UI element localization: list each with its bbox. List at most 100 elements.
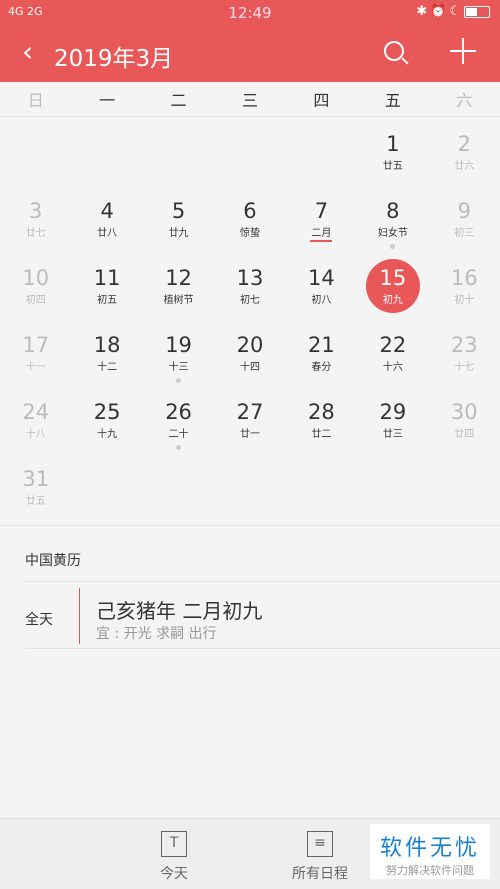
day-number: 24 [22,400,50,424]
app-bar: 4G 2G 12:49 ✱⏰☾ ‹ 2019年3月 [0,0,500,82]
day-cell[interactable]: 8 妇女节 [357,184,428,251]
day-cell[interactable]: 3 廿七 [0,184,71,251]
lunar-label: 初三 [454,228,475,239]
lunar-label: 廿九 [168,228,189,239]
event-color-bar [79,588,80,644]
day-cell[interactable]: 10 初四 [0,251,71,318]
page-title[interactable]: 2019年3月 [54,39,173,73]
weekday-header: 日一二三四五六 [0,82,500,117]
day-cell[interactable]: 2 廿六 [429,117,500,184]
day-number: 31 [22,467,50,491]
day-cell[interactable]: 31 廿五 [0,452,71,519]
day-number: 18 [93,333,121,357]
day-cell[interactable]: 7 二月 [286,184,357,251]
day-cell[interactable]: 4 廿八 [71,184,142,251]
day-number: 26 [165,400,192,424]
today-button[interactable]: T 今天 [160,831,188,883]
day-cell[interactable]: 9 初三 [429,184,500,251]
event-dot [390,244,396,249]
day-number: 17 [22,333,50,357]
day-number: 11 [93,266,121,290]
day-cell[interactable]: 16 初十 [429,251,500,318]
all-schedules-button[interactable]: ≡ 所有日程 [292,831,348,883]
day-cell[interactable]: 13 初七 [214,251,285,318]
weekday-label: 四 [313,91,330,110]
day-cell[interactable]: 5 廿九 [143,184,214,251]
day-cell[interactable]: 12 植树节 [143,251,214,318]
day-number: 6 [243,199,257,223]
lunar-label: 廿五 [382,161,403,172]
lunar-label: 初四 [25,295,46,306]
day-cell[interactable]: 18 十二 [71,318,142,385]
event-dot [176,445,182,450]
lunar-label: 廿七 [25,228,46,239]
moon-icon: ☾ [449,4,464,19]
lunar-label: 廿一 [239,429,260,440]
almanac-suitable: 宜 : 开光 求嗣 出行 [96,626,217,642]
day-cell[interactable]: 21 春分 [286,318,357,385]
day-cell[interactable]: 6 惊蛰 [214,184,285,251]
search-icon[interactable] [384,41,404,61]
day-number: 20 [236,333,264,357]
day-number: 30 [450,400,478,424]
day-number: 28 [308,400,335,424]
weekday-label: 二 [170,91,187,110]
day-cell[interactable]: 11 初五 [71,251,142,318]
status-icons: ✱⏰☾ [416,4,490,19]
lunar-label: 春分 [311,362,332,373]
day-number: 12 [165,266,192,290]
lunar-label: 初十 [454,295,475,306]
lunar-label: 十二 [97,362,118,373]
almanac-title: 中国黄历 [25,553,81,569]
day-number: 5 [171,199,186,223]
day-cell[interactable]: 1 廿五 [357,117,428,184]
day-number: 9 [457,199,471,223]
day-number: 19 [165,333,192,357]
day-cell[interactable]: 20 十四 [214,318,285,385]
day-cell[interactable]: 27 廿一 [214,385,285,452]
today-label: 今天 [160,866,188,882]
month-start-underline [310,240,333,242]
day-number: 14 [308,266,335,290]
lunar-label: 廿八 [97,228,118,239]
day-cell[interactable]: 28 廿二 [286,385,357,452]
add-icon[interactable] [450,38,476,64]
day-cell[interactable]: 30 廿四 [429,385,500,452]
day-cell[interactable]: 15 初九 [357,251,428,318]
day-number: 21 [308,333,335,357]
almanac-event[interactable]: 全天 己亥猪年 二月初九 宜 : 开光 求嗣 出行 [25,581,500,649]
day-number: 25 [93,400,121,424]
list-icon: ≡ [307,831,333,857]
day-cell[interactable]: 19 十三 [143,318,214,385]
lunar-label: 二月 [311,228,332,239]
lunar-label: 植树节 [163,295,194,306]
day-number: 2 [457,132,471,156]
lunar-label: 十一 [25,362,46,373]
day-cell[interactable]: 29 廿三 [357,385,428,452]
day-cell[interactable]: 14 初八 [286,251,357,318]
day-number: 23 [450,333,478,357]
weekday-label: 六 [456,91,473,110]
lunar-label: 初七 [239,295,260,306]
day-cell[interactable]: 24 十八 [0,385,71,452]
lunar-label: 廿二 [311,429,332,440]
empty-cell [286,117,357,184]
battery-icon [464,5,490,18]
day-cell[interactable]: 25 十九 [71,385,142,452]
allday-label: 全天 [25,612,53,628]
lunar-label: 十四 [239,362,260,373]
lunar-label: 十七 [454,362,475,373]
day-number: 3 [29,199,43,223]
lunar-label: 十六 [382,362,403,373]
bluetooth-icon: ✱ [416,4,431,19]
back-chevron-icon[interactable]: ‹ [22,35,33,68]
day-number: 29 [379,400,407,424]
lunar-label: 二十 [168,429,189,440]
day-cell[interactable]: 22 十六 [357,318,428,385]
day-cell[interactable]: 17 十一 [0,318,71,385]
day-number: 22 [379,333,407,357]
day-number: 15 [379,266,407,290]
day-cell[interactable]: 26 二十 [143,385,214,452]
watermark-subtitle: 努力解决软件问题 [386,864,474,877]
day-cell[interactable]: 23 十七 [429,318,500,385]
